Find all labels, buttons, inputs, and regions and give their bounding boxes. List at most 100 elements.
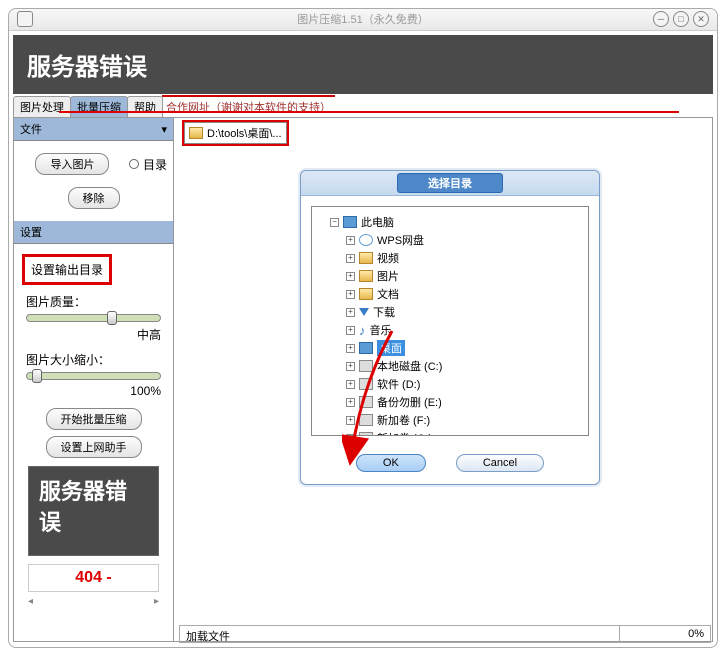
maximize-icon[interactable]: □ (673, 11, 689, 27)
tree-label: 文档 (377, 286, 399, 302)
tab-help[interactable]: 帮助 (127, 96, 163, 117)
tree-label: 图片 (377, 268, 399, 284)
folder-picker-dialog: 选择目录 − 此电脑 + WPS网盘 + 视频 + 图片 + 文档 +下载 + ♪ 音乐 +… (300, 170, 600, 485)
tree-label: 软件 (D:) (377, 376, 420, 392)
tab-batch-compress[interactable]: 批量压缩 (70, 96, 128, 117)
tree-item-downloads[interactable]: +下载 (318, 303, 582, 321)
tree-item-disk-d[interactable]: + 软件 (D:) (318, 375, 582, 393)
tree-root-label: 此电脑 (361, 214, 394, 230)
expand-icon[interactable]: + (346, 362, 355, 371)
disk-icon (359, 414, 373, 426)
preview-thumbnail: 服务器错误 (28, 466, 159, 556)
disk-icon (359, 396, 373, 408)
output-path-text: D:\tools\桌面\... (207, 125, 282, 141)
file-section-label: 文件 (20, 121, 42, 137)
dialog-titlebar[interactable]: 选择目录 (301, 171, 599, 196)
tree-label-selected: 桌面 (377, 340, 405, 356)
tree-root[interactable]: − 此电脑 (318, 213, 582, 231)
dialog-title-text: 选择目录 (397, 173, 503, 193)
set-output-dir-button[interactable]: 设置输出目录 (31, 263, 103, 277)
error-banner-text: 服务器错误 (27, 54, 147, 81)
tree-label: WPS网盘 (377, 232, 424, 248)
tab-bar: 图片处理 批量压缩 帮助 合作网址（谢谢对本软件的支持） (13, 98, 713, 118)
folder-tree[interactable]: − 此电脑 + WPS网盘 + 视频 + 图片 + 文档 +下载 + ♪ 音乐 + 桌面 + 本… (311, 206, 589, 436)
cancel-button[interactable]: Cancel (456, 454, 544, 472)
import-image-button[interactable]: 导入图片 (35, 153, 109, 175)
ok-button[interactable]: OK (356, 454, 426, 472)
output-path-field[interactable]: D:\tools\桌面\... (184, 122, 287, 144)
status-text: 加载文件 (180, 626, 620, 642)
tree-item-disk-c[interactable]: + 本地磁盘 (C:) (318, 357, 582, 375)
tree-item-disk-f[interactable]: +新加卷 (F:) (318, 411, 582, 429)
remove-button[interactable]: 移除 (68, 187, 120, 209)
quality-slider[interactable] (26, 314, 161, 322)
preview-text: 服务器错误 (39, 479, 127, 535)
tree-label: 本地磁盘 (C:) (377, 358, 442, 374)
window-title: 图片压缩1.51（永久免费） (297, 14, 428, 26)
tree-item-documents[interactable]: + 文档 (318, 285, 582, 303)
folder-icon (359, 288, 373, 300)
expand-icon[interactable]: + (346, 380, 355, 389)
close-icon[interactable]: ✕ (693, 11, 709, 27)
cloud-icon (359, 234, 373, 246)
thumbnail-scroll[interactable]: ◂▸ (20, 596, 167, 607)
file-section-header: 文件 ▾ (14, 118, 173, 141)
disk-icon (359, 378, 373, 390)
expand-icon[interactable]: + (346, 416, 355, 425)
expand-icon[interactable]: + (346, 254, 355, 263)
partner-link-label[interactable]: 合作网址（谢谢对本软件的支持） (162, 95, 335, 117)
titlebar[interactable]: 图片压缩1.51（永久免费） ─ □ ✕ (9, 9, 717, 31)
tree-item-wps[interactable]: + WPS网盘 (318, 231, 582, 249)
download-icon (359, 308, 369, 316)
tree-label: 音乐 (370, 322, 392, 338)
tab-image-process[interactable]: 图片处理 (13, 96, 71, 117)
desktop-icon (359, 342, 373, 354)
settings-section-header: 设置 (14, 221, 173, 244)
tree-item-desktop[interactable]: + 桌面 (318, 339, 582, 357)
expand-icon[interactable]: + (346, 344, 355, 353)
expand-icon[interactable]: + (346, 272, 355, 281)
directory-radio[interactable] (129, 159, 139, 169)
expand-icon[interactable]: + (346, 434, 355, 437)
shrink-slider[interactable] (26, 372, 161, 380)
status-bar: 加载文件 0% (179, 625, 711, 643)
chevron-down-icon[interactable]: ▾ (161, 123, 167, 136)
system-menu-icon[interactable] (17, 11, 33, 27)
disk-icon (359, 432, 373, 436)
expand-icon[interactable]: + (346, 290, 355, 299)
tree-item-disk-g[interactable]: + 新加卷 (G:) (318, 429, 582, 436)
error-banner: 服务器错误 (13, 35, 713, 94)
annotation-highlight-outdir: 设置输出目录 (22, 254, 112, 285)
music-icon: ♪ (359, 323, 366, 338)
quality-value: 中高 (26, 326, 161, 343)
progress-percent: 0% (620, 626, 710, 642)
directory-label: 目录 (143, 156, 167, 173)
folder-icon (189, 127, 203, 139)
tree-label: 视频 (377, 250, 399, 266)
left-panel: 文件 ▾ 导入图片 目录 移除 设置 设置输出目录 图片质量： (14, 118, 174, 641)
tree-item-music[interactable]: + ♪ 音乐 (318, 321, 582, 339)
shrink-label: 图片大小缩小： (26, 351, 161, 368)
tree-item-disk-e[interactable]: + 备份勿删 (E:) (318, 393, 582, 411)
minimize-icon[interactable]: ─ (653, 11, 669, 27)
expand-icon[interactable]: + (346, 326, 355, 335)
tree-item-pictures[interactable]: + 图片 (318, 267, 582, 285)
settings-section-label: 设置 (20, 224, 42, 240)
annotation-line (59, 111, 679, 113)
preview-404-text: 404 - (28, 564, 159, 592)
tree-label: 备份勿删 (E:) (377, 394, 442, 410)
tree-item-video[interactable]: + 视频 (318, 249, 582, 267)
folder-icon (359, 270, 373, 282)
net-helper-button[interactable]: 设置上网助手 (46, 436, 142, 458)
start-compress-button[interactable]: 开始批量压缩 (46, 408, 142, 430)
expand-icon[interactable]: + (346, 236, 355, 245)
tree-label: 新加卷 (G:) (377, 430, 432, 436)
expand-icon[interactable]: + (346, 308, 355, 317)
computer-icon (343, 216, 357, 228)
folder-icon (359, 252, 373, 264)
quality-label: 图片质量： (26, 293, 161, 310)
expand-icon[interactable]: + (346, 398, 355, 407)
shrink-value: 100% (26, 384, 161, 398)
collapse-icon[interactable]: − (330, 218, 339, 227)
disk-icon (359, 360, 373, 372)
